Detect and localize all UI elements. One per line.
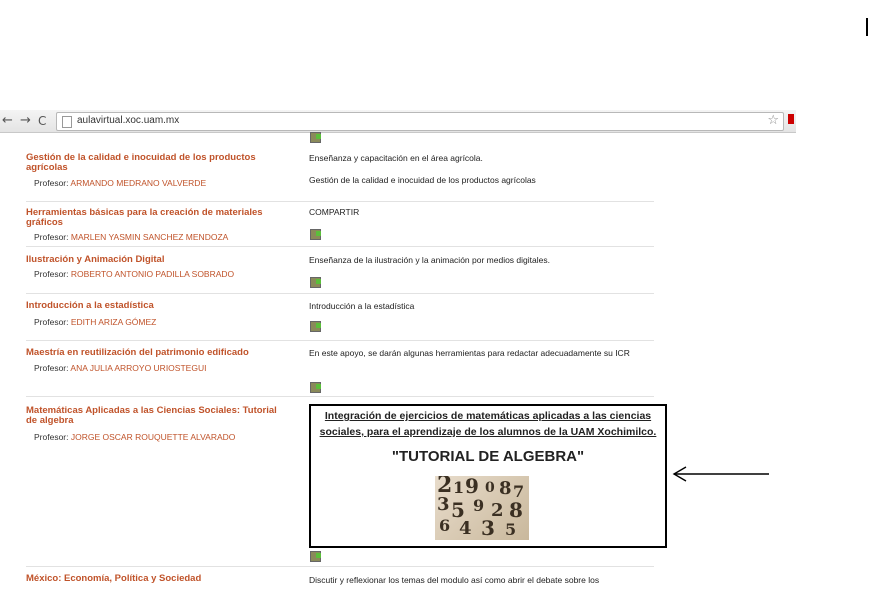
course-title[interactable]: Herramientas básicas para la creación de… bbox=[26, 208, 286, 228]
tutorial-banner[interactable]: Integración de ejercicios de matemáticas… bbox=[309, 404, 667, 548]
go-icon[interactable] bbox=[310, 277, 321, 288]
professor: Profesor: ANA JULIA ARROYO URIOSTEGUI bbox=[34, 363, 207, 373]
professor: Profesor: JORGE OSCAR ROUQUETTE ALVARADO bbox=[34, 432, 236, 442]
course-description: Enseñanza de la ilustración y la animaci… bbox=[309, 255, 550, 265]
go-icon[interactable] bbox=[310, 382, 321, 393]
reload-icon[interactable]: C bbox=[38, 113, 46, 129]
course-row: Gestión de la calidad e inocuidad de los… bbox=[26, 142, 654, 202]
course-title[interactable]: Maestría en reutilización del patrimonio… bbox=[26, 348, 286, 358]
professor: Profesor: MARLEN YASMIN SANCHEZ MENDOZA bbox=[34, 232, 229, 242]
course-description: Discutir y reflexionar los temas del mod… bbox=[309, 575, 600, 585]
professor: Profesor: ARMANDO MEDRANO VALVERDE bbox=[34, 178, 207, 188]
course-row: Herramientas básicas para la creación de… bbox=[26, 201, 654, 247]
go-icon[interactable] bbox=[310, 551, 321, 562]
course-row: Maestría en reutilización del patrimonio… bbox=[26, 340, 654, 397]
professor: Profesor: EDITH ARIZA GÓMEZ bbox=[34, 317, 157, 327]
course-title[interactable]: Matemáticas Aplicadas a las Ciencias Soc… bbox=[26, 406, 286, 426]
course-title[interactable]: Ilustración y Animación Digital bbox=[26, 255, 286, 265]
course-title[interactable]: Gestión de la calidad e inocuidad de los… bbox=[26, 153, 286, 173]
course-title[interactable]: México: Economía, Política y Sociedad bbox=[26, 574, 286, 584]
course-row: Introducción a la estadística Profesor: … bbox=[26, 293, 654, 341]
browser-toolbar: ← → C aulavirtual.xoc.uam.mx ☆ bbox=[0, 110, 796, 133]
course-row: Ilustración y Animación Digital Profesor… bbox=[26, 246, 654, 294]
back-arrow-icon[interactable]: ← bbox=[2, 113, 13, 129]
course-description: COMPARTIR bbox=[309, 207, 360, 217]
course-description: Introducción a la estadística bbox=[309, 301, 415, 311]
numbers-image: 2 1 9 0 8 7 3 5 9 2 8 6 4 3 5 bbox=[435, 476, 529, 540]
forward-arrow-icon[interactable]: → bbox=[20, 113, 31, 129]
edge-mark bbox=[866, 18, 868, 36]
go-icon[interactable] bbox=[310, 321, 321, 332]
course-title[interactable]: Introducción a la estadística bbox=[26, 301, 286, 311]
go-icon[interactable] bbox=[310, 229, 321, 240]
banner-description: Integración de ejercicios de matemáticas… bbox=[319, 410, 657, 438]
course-row: México: Economía, Política y Sociedad Di… bbox=[26, 566, 654, 592]
bookmark-star-icon[interactable]: ☆ bbox=[767, 113, 779, 128]
course-description: En este apoyo, se darán algunas herramie… bbox=[309, 348, 630, 358]
page-icon bbox=[62, 116, 72, 128]
course-description: Gestión de la calidad e inocuidad de los… bbox=[309, 175, 536, 185]
professor: Profesor: ROBERTO ANTONIO PADILLA SOBRAD… bbox=[34, 269, 235, 279]
extension-icon[interactable] bbox=[788, 114, 794, 124]
address-bar[interactable]: aulavirtual.xoc.uam.mx ☆ bbox=[56, 112, 784, 131]
banner-title: "TUTORIAL DE ALGEBRA" bbox=[391, 448, 585, 465]
course-description: Enseñanza y capacitación en el área agrí… bbox=[309, 153, 483, 163]
left-arrow-icon bbox=[672, 466, 769, 482]
url-text: aulavirtual.xoc.uam.mx bbox=[77, 115, 180, 126]
